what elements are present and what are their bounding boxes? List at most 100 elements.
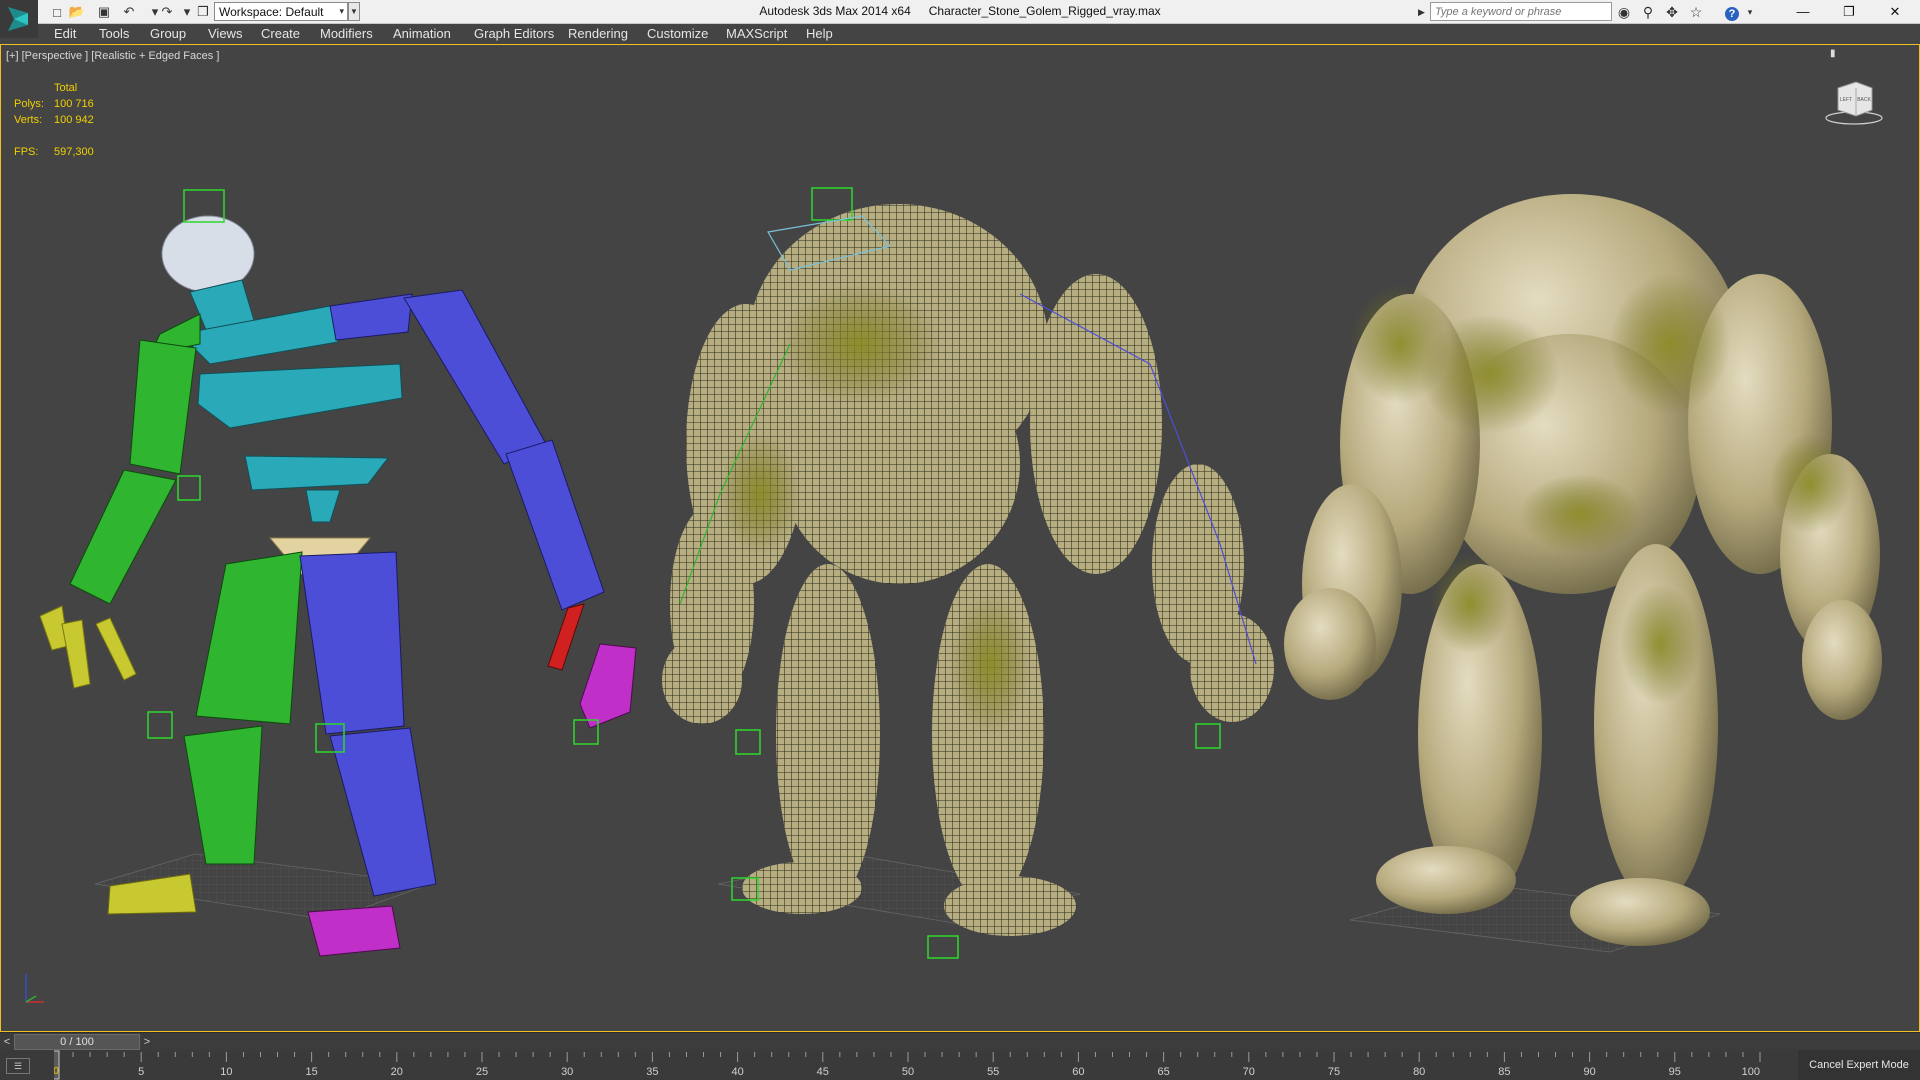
title-bar: □ 📂 ▣ ↶ ▾ ↷ ▾ ❐ Workspace: Default ▾ ▼ A… bbox=[0, 0, 1920, 38]
ruler-tick-label: 15 bbox=[305, 1066, 317, 1078]
ruler-tick-label: 5 bbox=[138, 1066, 144, 1078]
rock-foot-left[interactable] bbox=[1376, 846, 1516, 914]
menu-graph-editors[interactable]: Graph Editors bbox=[474, 26, 554, 42]
save-icon[interactable]: ▣ bbox=[95, 3, 113, 21]
key-search-icon[interactable]: ⚲ bbox=[1638, 2, 1658, 22]
favorites-star-icon[interactable]: ☆ bbox=[1686, 2, 1706, 22]
knee-control-left[interactable] bbox=[147, 711, 173, 739]
workspace-label: Workspace: Default bbox=[219, 5, 324, 19]
navcube-back-label: BACK bbox=[1857, 97, 1871, 103]
ruler-tick-label: 100 bbox=[1742, 1066, 1760, 1078]
ruler-tick-label: 55 bbox=[987, 1066, 999, 1078]
lock-icon[interactable]: ▮ bbox=[1830, 48, 1836, 59]
binoculars-icon[interactable]: ◉ bbox=[1614, 2, 1634, 22]
close-icon[interactable]: ✕ bbox=[1872, 0, 1918, 24]
menu-bar: Edit Tools Group Views Create Modifiers … bbox=[38, 24, 1920, 44]
spine-bone-3[interactable] bbox=[305, 489, 341, 523]
wireframe-golem[interactable] bbox=[662, 187, 1274, 959]
ruler-tick-label: 95 bbox=[1669, 1066, 1681, 1078]
finger-red-right[interactable] bbox=[547, 603, 585, 671]
time-slider[interactable]: < 0 / 100 > bbox=[0, 1032, 1920, 1051]
ruler-tick-label: 50 bbox=[902, 1066, 914, 1078]
menu-modifiers[interactable]: Modifiers bbox=[320, 26, 373, 42]
spine-bone-2[interactable] bbox=[244, 455, 390, 491]
spine-bone-1[interactable] bbox=[197, 363, 403, 429]
ruler-tick-label: 70 bbox=[1243, 1066, 1255, 1078]
mesh-hand-right[interactable] bbox=[1190, 614, 1274, 722]
open-file-icon[interactable]: 📂 bbox=[68, 3, 86, 21]
clavicle-right[interactable] bbox=[329, 293, 413, 341]
perspective-viewport[interactable]: [+] [Perspective ] [Realistic + Edged Fa… bbox=[0, 44, 1920, 1032]
menu-animation[interactable]: Animation bbox=[393, 26, 451, 42]
mesh-leg-left[interactable] bbox=[776, 564, 880, 904]
workspace-select[interactable]: Workspace: Default ▾ bbox=[214, 2, 348, 21]
time-slider-prev-icon[interactable]: < bbox=[0, 1033, 14, 1051]
cancel-expert-mode-button[interactable]: Cancel Expert Mode bbox=[1798, 1050, 1920, 1080]
hand-magenta-right[interactable] bbox=[579, 643, 637, 729]
hand-left[interactable] bbox=[39, 605, 137, 689]
mesh-hand-left[interactable] bbox=[662, 636, 742, 724]
app-name: Autodesk 3ds Max 2014 x64 bbox=[759, 4, 911, 18]
time-slider-next-icon[interactable]: > bbox=[140, 1033, 154, 1051]
search-expand-arrow-icon[interactable]: ▶ bbox=[1418, 3, 1428, 21]
menu-edit[interactable]: Edit bbox=[54, 26, 76, 42]
textured-golem[interactable] bbox=[1284, 194, 1882, 953]
help-icon[interactable]: ? bbox=[1722, 2, 1742, 22]
foot-right[interactable] bbox=[307, 905, 401, 957]
time-slider-thumb[interactable]: 0 / 100 bbox=[14, 1034, 140, 1050]
thigh-right[interactable] bbox=[299, 551, 405, 735]
help-dropdown-icon[interactable]: ▾ bbox=[1740, 2, 1760, 22]
viewcube[interactable]: LEFT BACK bbox=[1824, 74, 1884, 126]
ruler-tick-label: 75 bbox=[1328, 1066, 1340, 1078]
ruler-tick-label: 90 bbox=[1583, 1066, 1595, 1078]
frame-ruler[interactable]: 5 10 15 20 25 30 35 40 45 50 55 60 65 70 75 80 85 90 95 100… bbox=[54, 1050, 1766, 1080]
forearm-left[interactable] bbox=[69, 469, 177, 605]
new-file-icon[interactable]: □ bbox=[48, 3, 66, 21]
foot-control-right-2[interactable] bbox=[927, 935, 959, 959]
fps-value: 597,300 bbox=[54, 146, 94, 158]
forearm-right[interactable] bbox=[505, 439, 605, 611]
project-folder-icon[interactable]: ❐ bbox=[194, 3, 212, 21]
rock-hand-left[interactable] bbox=[1284, 588, 1376, 700]
chevron-down-icon: ▾ bbox=[339, 6, 344, 16]
redo-icon[interactable]: ↷ bbox=[158, 3, 176, 21]
menu-maxscript[interactable]: MAXScript bbox=[726, 26, 787, 42]
mesh-foot-left[interactable] bbox=[742, 862, 862, 914]
hand-control-right-2[interactable] bbox=[1195, 723, 1221, 749]
app-menu-button[interactable] bbox=[0, 0, 38, 38]
verts-label: Verts: bbox=[14, 114, 43, 126]
track-bar[interactable]: ☰ 5 10 15 20 25 30 35 40 45 50 55 60 65 70 75 80 85 90 95 1… bbox=[0, 1050, 1920, 1080]
ruler-tick-label: 30 bbox=[561, 1066, 573, 1078]
shin-right[interactable] bbox=[329, 727, 437, 897]
current-frame-label: 0 bbox=[54, 1066, 59, 1077]
viewport-label[interactable]: [+] [Perspective ] [Realistic + Edged Fa… bbox=[6, 50, 219, 62]
track-bar-filter-icon[interactable]: ☰ bbox=[6, 1058, 30, 1074]
mesh-foot-right[interactable] bbox=[944, 876, 1076, 936]
upperarm-left[interactable] bbox=[129, 339, 197, 475]
wrist-control-left[interactable] bbox=[177, 475, 201, 501]
minimize-icon[interactable]: — bbox=[1780, 0, 1826, 24]
menu-tools[interactable]: Tools bbox=[99, 26, 129, 42]
menu-help[interactable]: Help bbox=[806, 26, 833, 42]
rock-foot-right[interactable] bbox=[1570, 878, 1710, 946]
rock-hand-right[interactable] bbox=[1802, 600, 1882, 720]
menu-group[interactable]: Group bbox=[150, 26, 186, 42]
search-input[interactable] bbox=[1430, 2, 1612, 21]
menu-customize[interactable]: Customize bbox=[647, 26, 708, 42]
hand-control-left-2[interactable] bbox=[735, 729, 761, 755]
restore-icon[interactable]: ❐ bbox=[1826, 0, 1872, 24]
communication-center-icon[interactable]: ✥ bbox=[1662, 2, 1682, 22]
bone-rig-golem[interactable] bbox=[39, 189, 637, 957]
viewport-statistics: Total Polys: 100 716 Verts: 100 942 FPS: 59… bbox=[14, 80, 94, 160]
navcube-left-label: LEFT bbox=[1840, 97, 1852, 103]
menu-views[interactable]: Views bbox=[208, 26, 242, 42]
thigh-left[interactable] bbox=[195, 551, 303, 725]
axis-tripod-icon bbox=[25, 974, 44, 1003]
menu-create[interactable]: Create bbox=[261, 26, 300, 42]
menu-rendering[interactable]: Rendering bbox=[568, 26, 628, 42]
mesh-arm-right[interactable] bbox=[1030, 274, 1162, 574]
undo-icon[interactable]: ↶ bbox=[120, 3, 138, 21]
quick-access-customize-button[interactable]: ▼ bbox=[348, 2, 360, 21]
upperarm-right[interactable] bbox=[403, 289, 547, 465]
shin-left[interactable] bbox=[183, 725, 263, 865]
